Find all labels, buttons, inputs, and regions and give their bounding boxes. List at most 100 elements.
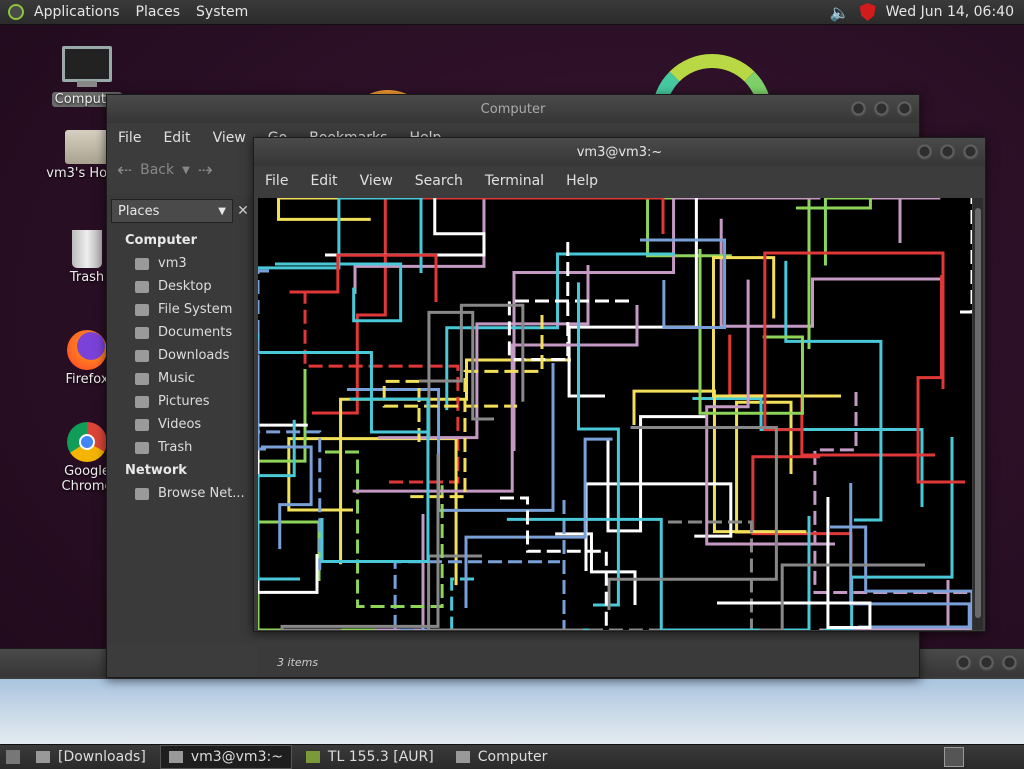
sidebar-item-desktop[interactable]: Desktop bbox=[107, 275, 257, 298]
sidebar-item-browse-network[interactable]: Browse Net... bbox=[107, 482, 257, 505]
sidebar-item-file-system[interactable]: File System bbox=[107, 298, 257, 321]
terminal-titlebar[interactable]: vm3@vm3:~ bbox=[254, 138, 985, 166]
desktop-icon-label: Firefox bbox=[65, 372, 109, 387]
pipe-segment bbox=[320, 397, 430, 563]
pipe-segment bbox=[258, 419, 300, 581]
pipe-segment bbox=[258, 269, 322, 571]
folder-icon bbox=[135, 326, 149, 339]
close-button[interactable] bbox=[962, 143, 979, 160]
back-button[interactable]: Back bbox=[140, 162, 174, 178]
places-sidebar: Places ▼ ✕ Computer vm3 Desktop File Sys… bbox=[107, 195, 257, 645]
forward-arrow-icon[interactable]: ⇢ bbox=[198, 160, 213, 181]
task-label: Computer bbox=[477, 749, 548, 765]
menu-file[interactable]: File bbox=[254, 173, 299, 189]
top-panel: Applications Places System 🔈 Wed Jun 14,… bbox=[0, 0, 1024, 25]
sidebar-item-label: Downloads bbox=[158, 348, 230, 363]
back-arrow-icon[interactable]: ⇠ bbox=[117, 160, 132, 181]
sidebar-item-documents[interactable]: Documents bbox=[107, 321, 257, 344]
desktop-icon-label: Trash bbox=[69, 270, 105, 285]
menu-system[interactable]: System bbox=[188, 0, 256, 24]
sidebar-item-label: Browse Net... bbox=[158, 486, 245, 501]
close-button[interactable] bbox=[1001, 654, 1018, 671]
volume-icon[interactable]: 🔈 bbox=[830, 3, 850, 22]
menu-help[interactable]: Help bbox=[555, 173, 609, 189]
pipes-screensaver-drawing bbox=[258, 198, 972, 630]
folder-icon bbox=[135, 418, 149, 431]
pipe-segment bbox=[325, 450, 444, 608]
bottom-taskbar: [Downloads] vm3@vm3:~ TL 155.3 [AUR] Com… bbox=[0, 744, 1024, 769]
folder-icon bbox=[135, 280, 149, 293]
show-desktop-icon[interactable] bbox=[6, 750, 20, 764]
task-terminal[interactable]: vm3@vm3:~ bbox=[159, 745, 292, 769]
sidebar-item-trash[interactable]: Trash bbox=[107, 436, 257, 459]
trash-icon bbox=[72, 230, 102, 268]
menu-applications[interactable]: Applications bbox=[26, 0, 128, 24]
close-button[interactable] bbox=[896, 100, 913, 117]
sidebar-item-label: Documents bbox=[158, 325, 233, 340]
file-manager-statusbar: 3 items bbox=[257, 647, 919, 677]
workspace-switcher[interactable] bbox=[944, 747, 964, 767]
pipe-segment bbox=[960, 198, 972, 314]
menu-file[interactable]: File bbox=[107, 130, 152, 146]
menu-view[interactable]: View bbox=[202, 130, 257, 146]
task-label: [Downloads] bbox=[58, 749, 146, 765]
pipe-segment bbox=[258, 198, 423, 273]
panel-tray: 🔈 Wed Jun 14, 06:40 bbox=[830, 3, 1024, 22]
minimize-button[interactable] bbox=[850, 100, 867, 117]
pipe-segment bbox=[796, 198, 872, 266]
sidebar-item-music[interactable]: Music bbox=[107, 367, 257, 390]
sidebar-item-downloads[interactable]: Downloads bbox=[107, 344, 257, 367]
menu-search[interactable]: Search bbox=[404, 173, 474, 189]
pipe-segment bbox=[555, 532, 637, 605]
close-sidebar-icon[interactable]: ✕ bbox=[233, 203, 253, 219]
folder-icon bbox=[36, 751, 50, 763]
sidebar-item-videos[interactable]: Videos bbox=[107, 413, 257, 436]
terminal-output[interactable] bbox=[258, 198, 972, 630]
security-shield-icon[interactable] bbox=[859, 3, 876, 21]
task-aur[interactable]: TL 155.3 [AUR] bbox=[298, 746, 442, 768]
sidebar-item-label: File System bbox=[158, 302, 233, 317]
sidebar-item-pictures[interactable]: Pictures bbox=[107, 390, 257, 413]
places-dropdown[interactable]: Places ▼ bbox=[111, 199, 233, 223]
pipe-segment bbox=[719, 218, 940, 328]
menu-edit[interactable]: Edit bbox=[152, 130, 201, 146]
task-label: vm3@vm3:~ bbox=[190, 749, 283, 765]
minimize-button[interactable] bbox=[916, 143, 933, 160]
sidebar-item-vm3[interactable]: vm3 bbox=[107, 252, 257, 275]
package-icon bbox=[305, 751, 320, 763]
sidebar-item-label: Music bbox=[158, 371, 195, 386]
task-downloads[interactable]: [Downloads] bbox=[28, 746, 154, 768]
terminal-scrollbar[interactable] bbox=[973, 198, 983, 630]
window-title: vm3@vm3:~ bbox=[576, 144, 663, 160]
pipe-segment bbox=[353, 198, 486, 294]
maximize-button[interactable] bbox=[873, 100, 890, 117]
file-manager-titlebar[interactable]: Computer bbox=[107, 95, 919, 123]
chrome-icon bbox=[67, 422, 107, 462]
scrollbar-thumb[interactable] bbox=[975, 208, 981, 618]
terminal-window[interactable]: vm3@vm3:~ File Edit View Search Terminal… bbox=[253, 137, 986, 632]
task-computer[interactable]: Computer bbox=[448, 746, 556, 768]
back-dropdown-icon[interactable]: ▼ bbox=[182, 165, 190, 176]
menu-terminal[interactable]: Terminal bbox=[474, 173, 555, 189]
menu-view[interactable]: View bbox=[349, 173, 404, 189]
pipe-segment bbox=[759, 563, 925, 630]
sidebar-item-label: vm3 bbox=[158, 256, 187, 271]
window-title: Computer bbox=[480, 101, 546, 117]
menu-places[interactable]: Places bbox=[128, 0, 189, 24]
menu-edit[interactable]: Edit bbox=[299, 173, 348, 189]
folder-icon bbox=[135, 257, 149, 270]
terminal-menubar: File Edit View Search Terminal Help bbox=[254, 166, 985, 196]
pipe-segment bbox=[445, 252, 675, 411]
pipe-segment bbox=[606, 415, 707, 533]
maximize-button[interactable] bbox=[939, 143, 956, 160]
distro-logo-icon[interactable] bbox=[8, 4, 24, 20]
terminal-icon bbox=[168, 751, 183, 763]
sky-image bbox=[0, 679, 1024, 745]
computer-icon bbox=[62, 46, 112, 87]
clock[interactable]: Wed Jun 14, 06:40 bbox=[886, 4, 1014, 20]
pipe-segment bbox=[280, 454, 440, 630]
minimize-button[interactable] bbox=[955, 654, 972, 671]
item-count: 3 items bbox=[277, 655, 319, 669]
maximize-button[interactable] bbox=[978, 654, 995, 671]
pipe-segment bbox=[289, 253, 438, 302]
